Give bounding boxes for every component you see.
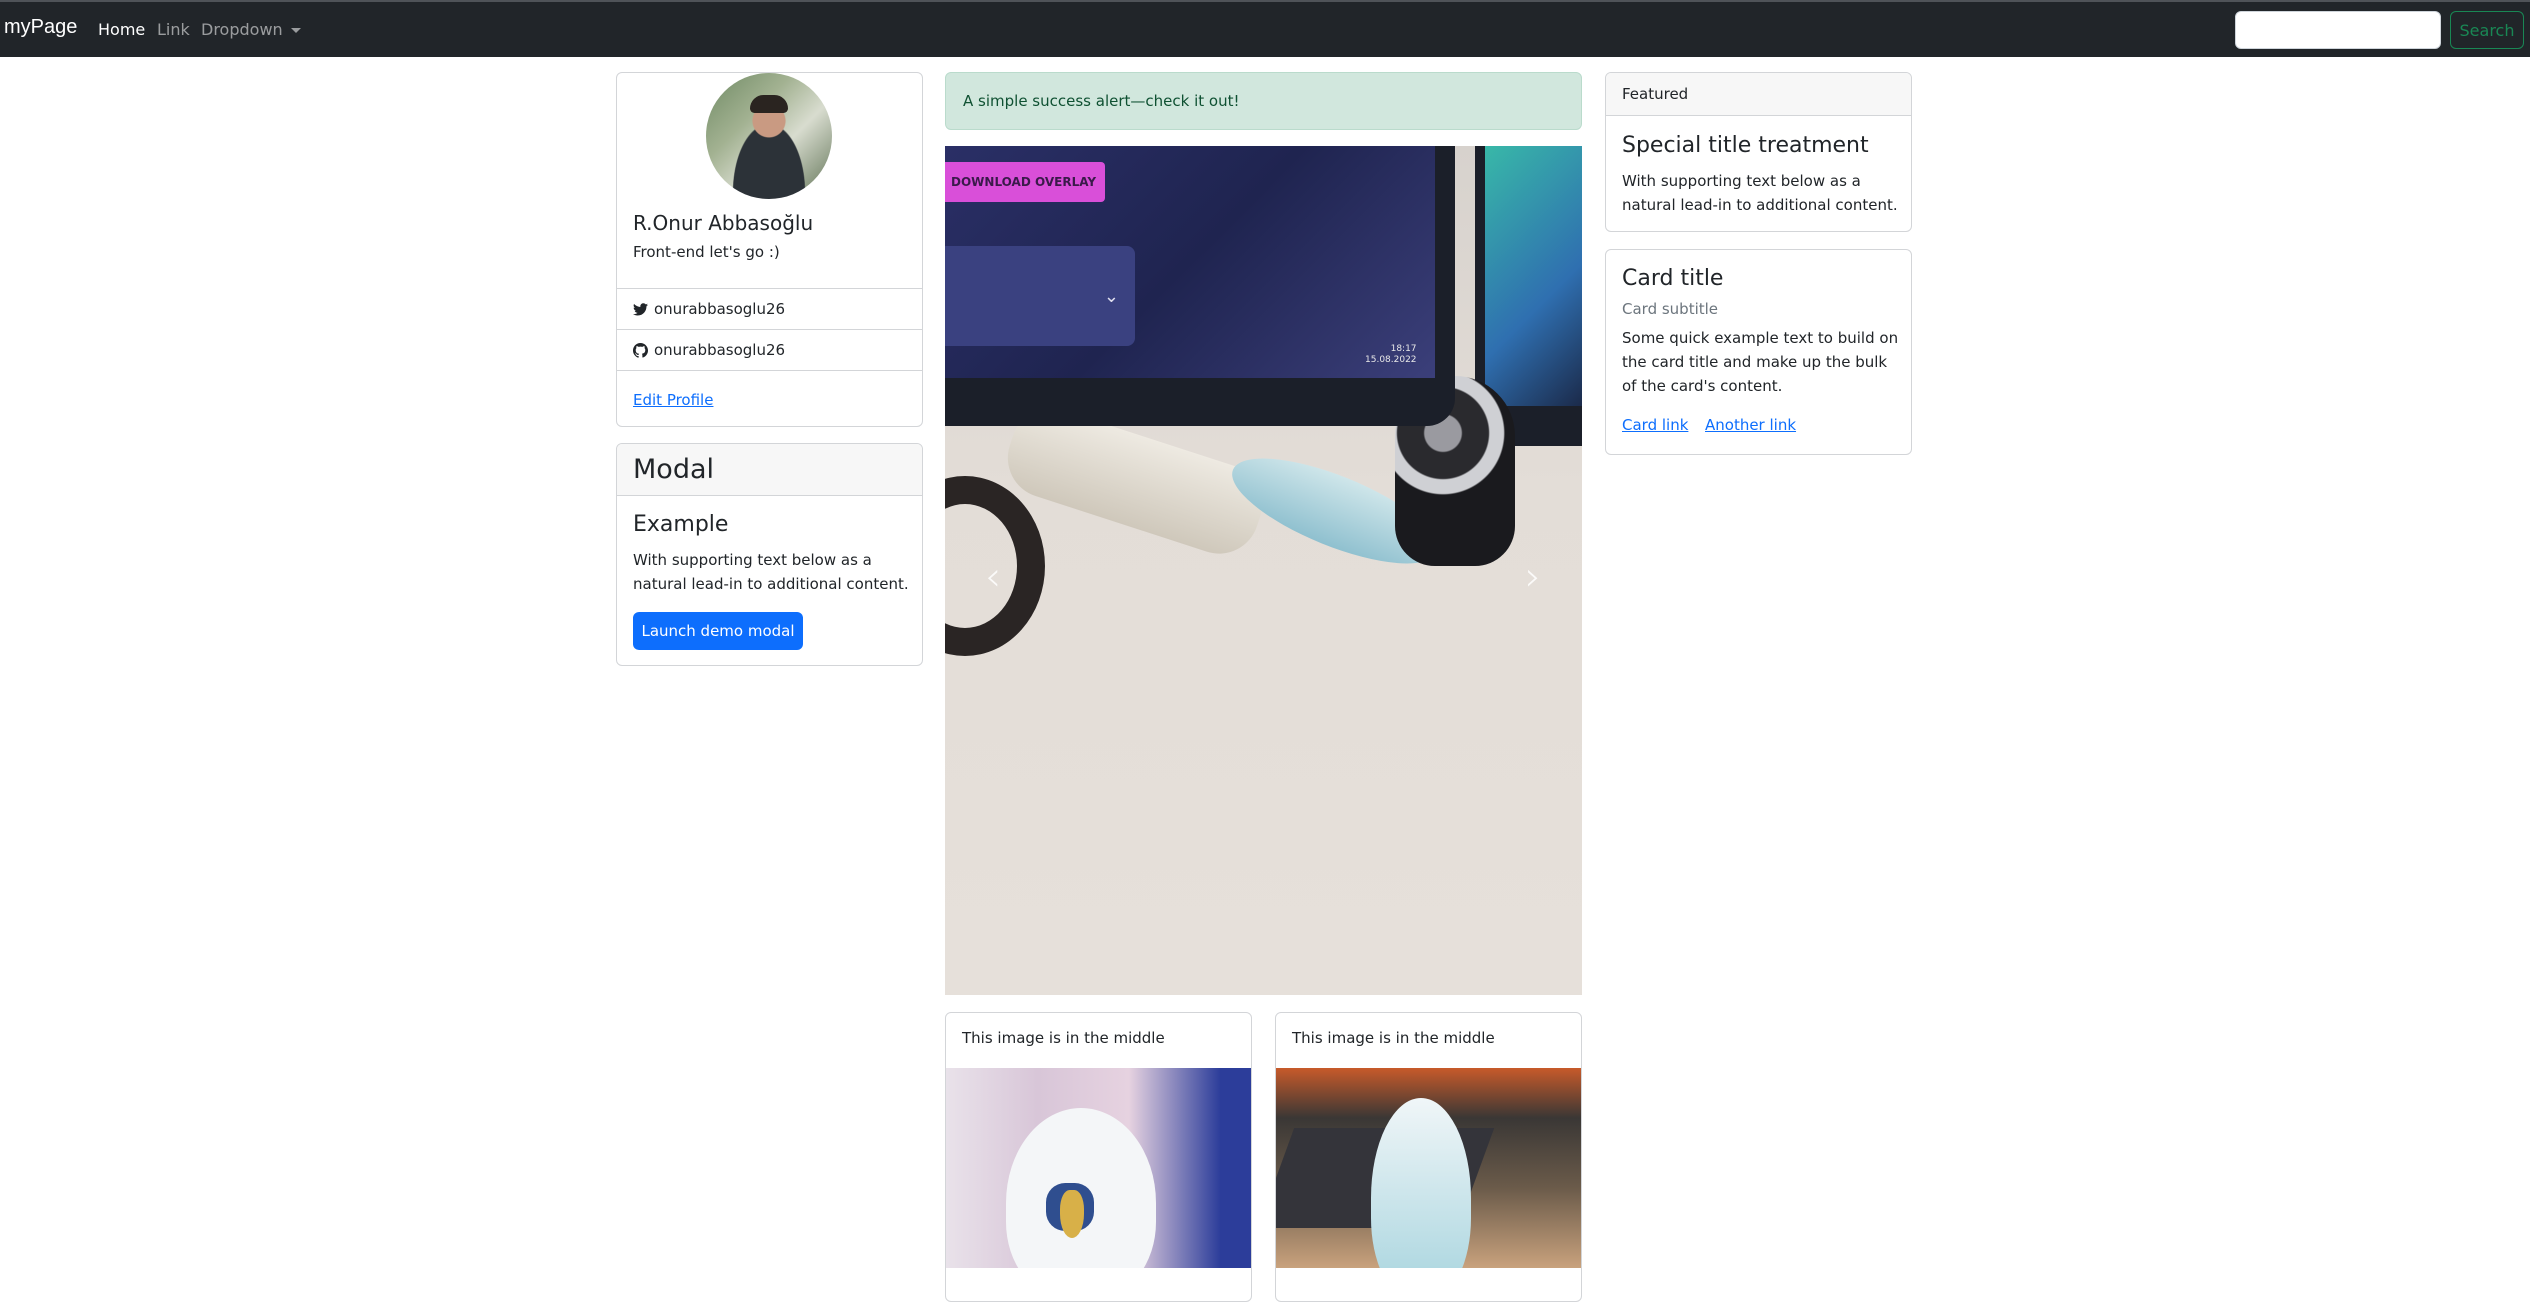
modal-card: Modal Example With supporting text below… [616, 443, 923, 666]
title-card-title: Card title [1622, 266, 1723, 291]
image-card-1-header: This image is in the middle [962, 1029, 1165, 1047]
nav-link-link[interactable]: Link [157, 20, 190, 39]
profile-card: R.Onur Abbasoğlu Front-end let's go :) o… [616, 72, 923, 427]
screen-panel: ⌄ [945, 246, 1135, 346]
title-card-subtitle: Card subtitle [1622, 300, 1718, 318]
search-button[interactable]: Search [2450, 11, 2524, 49]
alert-text: A simple success alert—check it out! [963, 92, 1239, 110]
image-card-2: This image is in the middle [1275, 1012, 1582, 1302]
github-icon [633, 343, 648, 358]
chevron-left-icon[interactable]: ‹ [985, 554, 1001, 600]
card-link[interactable]: Card link [1622, 416, 1688, 434]
monitor-screen: DOWNLOAD OVERLAY ⌄ 18:1715.08.2022 [945, 146, 1435, 378]
launch-modal-button[interactable]: Launch demo modal [633, 612, 803, 650]
search-input[interactable] [2235, 11, 2441, 49]
modal-card-header: Modal [617, 444, 922, 496]
title-card-text: Some quick example text to build on the … [1622, 326, 1902, 398]
budgie-photo-1 [946, 1068, 1251, 1268]
featured-header-label: Featured [1622, 85, 1688, 103]
another-link[interactable]: Another link [1705, 416, 1796, 434]
screen-clock: 18:1715.08.2022 [1365, 344, 1417, 366]
navbar: myPage Home Link Dropdown Search [0, 0, 2530, 57]
twitter-icon [633, 303, 648, 316]
navbar-brand[interactable]: myPage [4, 16, 77, 39]
featured-card: Featured Special title treatment With su… [1605, 72, 1912, 232]
image-card-1: This image is in the middle [945, 1012, 1252, 1302]
image-card-2-header: This image is in the middle [1292, 1029, 1495, 1047]
chevron-down-icon: ⌄ [1104, 286, 1119, 307]
budgie-photo-2 [1276, 1068, 1581, 1268]
edit-profile-link[interactable]: Edit Profile [633, 391, 713, 409]
list-item-twitter: onurabbasoglu26 [617, 288, 922, 329]
modal-card-header-title: Modal [633, 454, 714, 485]
profile-name: R.Onur Abbasoğlu [633, 211, 813, 235]
screen-overlay-button: DOWNLOAD OVERLAY [945, 162, 1105, 202]
modal-card-title: Example [633, 512, 728, 537]
chevron-right-icon[interactable]: › [1525, 554, 1541, 600]
modal-card-text: With supporting text below as a natural … [633, 548, 913, 596]
image-carousel[interactable]: DOWNLOAD OVERLAY ⌄ 18:1715.08.2022 ‹ › [945, 146, 1582, 995]
nav-dropdown-label: Dropdown [201, 20, 283, 39]
list-item-github: onurabbasoglu26 [617, 329, 922, 370]
featured-card-text: With supporting text below as a natural … [1622, 169, 1902, 217]
twitter-handle[interactable]: onurabbasoglu26 [654, 300, 785, 318]
caret-down-icon [291, 28, 301, 33]
featured-card-header: Featured [1606, 73, 1911, 116]
list-item-edit: Edit Profile [617, 370, 922, 427]
github-handle[interactable]: onurabbasoglu26 [654, 341, 785, 359]
profile-subtitle: Front-end let's go :) [633, 243, 780, 261]
featured-card-title: Special title treatment [1622, 133, 1869, 158]
nav-dropdown[interactable]: Dropdown [201, 20, 301, 39]
title-card: Card title Card subtitle Some quick exam… [1605, 249, 1912, 455]
success-alert: A simple success alert—check it out! [945, 72, 1582, 130]
monitor: DOWNLOAD OVERLAY ⌄ 18:1715.08.2022 [945, 146, 1455, 426]
avatar [706, 73, 832, 199]
nav-link-home[interactable]: Home [98, 20, 145, 39]
